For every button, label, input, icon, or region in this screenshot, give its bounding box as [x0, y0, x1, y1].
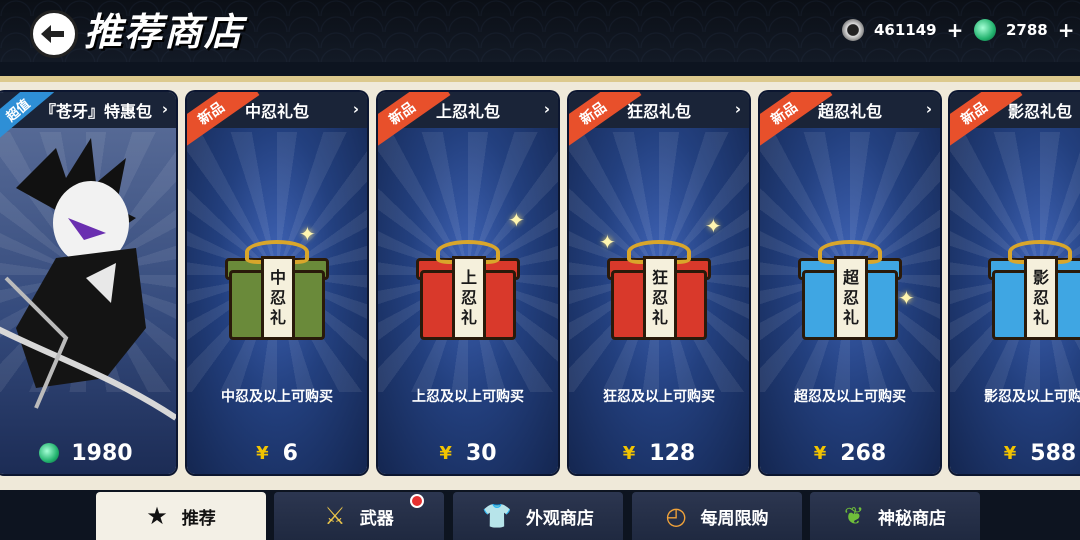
- clock-icon: ◴: [665, 502, 687, 530]
- sparkle-icon: ✦: [898, 286, 915, 310]
- tab-mystery-shop[interactable]: ❦ 神秘商店: [810, 492, 980, 540]
- card-title: 狂忍礼包: [626, 102, 691, 121]
- tab-appearance-shop[interactable]: 👕 外观商店: [453, 492, 623, 540]
- price-value: 588: [1030, 440, 1077, 466]
- gift-box-icon: 超 忍 礼: [798, 240, 902, 340]
- shop-card-kagenin[interactable]: 影忍礼包 › 新品 影 忍 礼 影忍及以上可购买 ¥ 588: [950, 92, 1080, 474]
- box-char: 狂: [651, 268, 668, 287]
- leaf-icon: ❦: [843, 502, 865, 530]
- card-requirement: 中忍及以上可购买: [221, 389, 333, 405]
- gift-box-icon: 狂 忍 礼: [607, 240, 711, 340]
- gift-box-icon: 上 忍 礼: [416, 240, 520, 340]
- box-char: 忍: [269, 288, 286, 307]
- box-label: 狂 忍 礼: [643, 256, 677, 340]
- card-requirement: 狂忍及以上可购买: [603, 389, 715, 405]
- price-value: 1980: [71, 440, 133, 466]
- tab-label: 每周限购: [700, 508, 769, 529]
- jade-icon: [974, 19, 996, 41]
- card-price: ¥ 588: [950, 438, 1080, 468]
- tab-label: 推荐: [181, 508, 216, 529]
- box-char: 礼: [842, 308, 859, 327]
- gift-box-icon: 中 忍 礼: [225, 240, 329, 340]
- yen-icon: ¥: [439, 442, 452, 464]
- box-char: 超: [842, 268, 859, 287]
- page-title: 推荐商店: [84, 9, 245, 54]
- box-char: 上: [460, 268, 477, 287]
- box-char: 礼: [269, 308, 286, 327]
- shop-card-jonin[interactable]: 上忍礼包 › 新品 上 忍 礼 ✦ 上忍及以上可购买 ¥ 30: [378, 92, 558, 474]
- star-icon: ★: [146, 502, 168, 530]
- price-value: 128: [649, 440, 696, 466]
- notification-badge: [410, 494, 424, 508]
- box-char: 影: [1032, 268, 1049, 287]
- box-label: 上 忍 礼: [452, 256, 486, 340]
- sparkle-icon: ✦: [299, 222, 316, 246]
- tab-label: 神秘商店: [878, 508, 947, 529]
- box-char: 忍: [460, 288, 477, 307]
- add-coins-button[interactable]: +: [947, 18, 964, 42]
- card-price: ¥ 128: [569, 438, 749, 468]
- box-char: 礼: [1032, 308, 1049, 327]
- card-price: ¥ 6: [187, 438, 367, 468]
- sparkle-icon: ✦: [705, 214, 722, 238]
- card-price: ¥ 268: [760, 438, 940, 468]
- jade-icon: [39, 443, 60, 463]
- box-label: 中 忍 礼: [261, 256, 295, 340]
- shirt-icon: 👕: [482, 502, 512, 530]
- jade-amount: 2788: [1006, 21, 1048, 39]
- card-requirement: 超忍及以上可购买: [794, 389, 906, 405]
- chevron-right-icon: ›: [161, 100, 168, 118]
- chevron-right-icon: ›: [543, 100, 550, 118]
- tab-label: 外观商店: [525, 508, 594, 529]
- coin-icon: [842, 19, 864, 41]
- box-label: 影 忍 礼: [1024, 256, 1058, 340]
- card-requirement: 影忍及以上可购买: [984, 389, 1080, 405]
- box-char: 礼: [460, 308, 477, 327]
- box-char: 忍: [651, 288, 668, 307]
- coin-amount: 461149: [874, 21, 937, 39]
- box-char: 忍: [842, 288, 859, 307]
- price-value: 268: [840, 440, 887, 466]
- tab-weapons[interactable]: ⚔ 武器: [274, 492, 444, 540]
- price-value: 6: [282, 440, 298, 466]
- box-label: 超 忍 礼: [834, 256, 868, 340]
- shop-card-kyonin[interactable]: 狂忍礼包 › 新品 狂 忍 礼 ✦ ✦ 狂忍及以上可购买 ¥ 128: [569, 92, 749, 474]
- card-price: 1980: [0, 438, 176, 468]
- ninja-character-image: [0, 138, 176, 421]
- jade-counter: 2788 +: [974, 16, 1075, 44]
- yen-icon: ¥: [622, 442, 636, 464]
- add-jade-button[interactable]: +: [1058, 18, 1075, 42]
- card-title: 上忍礼包: [435, 102, 500, 121]
- shop-card-chonin[interactable]: 超忍礼包 › 新品 超 忍 礼 ✦ 超忍及以上可购买 ¥ 268: [760, 92, 940, 474]
- card-title: 中忍礼包: [244, 102, 309, 121]
- tab-recommend[interactable]: ★ 推荐: [96, 492, 266, 540]
- top-bar: 推荐商店 461149 + 2788 +: [0, 0, 1080, 62]
- card-requirement: 上忍及以上可购买: [412, 389, 524, 405]
- sword-icon: ⚔: [324, 502, 346, 530]
- tab-weekly-limited[interactable]: ◴ 每周限购: [632, 492, 802, 540]
- tab-label: 武器: [359, 508, 394, 529]
- box-char: 中: [269, 268, 286, 287]
- gift-box-icon: 影 忍 礼: [988, 240, 1080, 340]
- price-value: 30: [465, 440, 497, 466]
- shop-card-special[interactable]: 『苍牙』特惠包 › 超值 1980: [0, 92, 176, 474]
- card-title: 超忍礼包: [817, 102, 882, 121]
- chevron-right-icon: ›: [925, 100, 932, 118]
- box-char: 礼: [651, 308, 668, 327]
- back-button[interactable]: [30, 10, 78, 58]
- yen-icon: ¥: [813, 442, 827, 464]
- card-price: ¥ 30: [378, 438, 558, 468]
- yen-icon: ¥: [1003, 442, 1017, 464]
- sparkle-icon: ✦: [508, 208, 525, 232]
- sparkle-icon: ✦: [599, 230, 616, 254]
- card-title: 影忍礼包: [1007, 102, 1072, 121]
- box-char: 忍: [1032, 288, 1049, 307]
- shop-card-chunin[interactable]: 中忍礼包 › 新品 中 忍 礼 ✦ 中忍及以上可购买 ¥ 6: [187, 92, 367, 474]
- coin-counter: 461149 +: [842, 16, 963, 44]
- chevron-right-icon: ›: [352, 100, 359, 118]
- chevron-right-icon: ›: [734, 100, 741, 118]
- back-arrow-icon: [41, 25, 64, 43]
- yen-icon: ¥: [256, 442, 269, 464]
- bottom-tab-bar: ★ 推荐 ⚔ 武器 👕 外观商店 ◴ 每周限购 ❦ 神秘商店: [0, 492, 1080, 540]
